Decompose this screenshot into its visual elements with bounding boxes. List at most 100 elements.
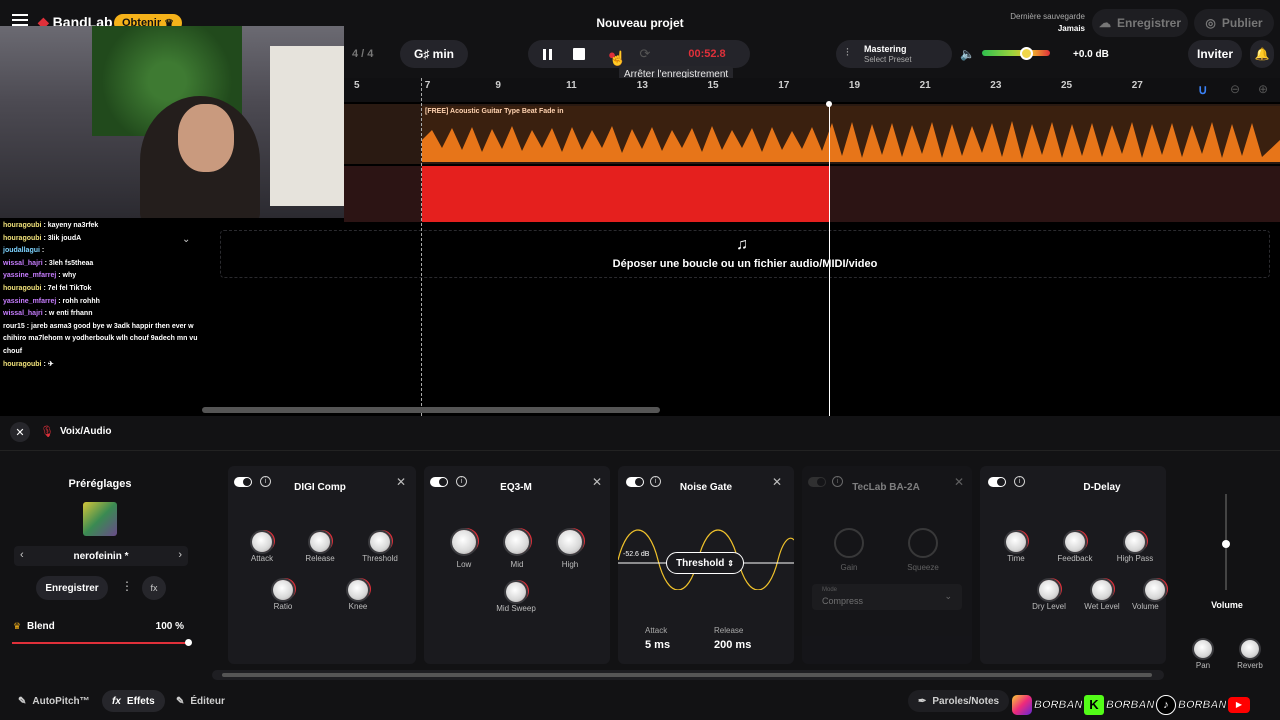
low-knob[interactable] [452,530,476,554]
chat-text: : 3leh fs5theaa [42,259,94,267]
reverb-knob[interactable] [1241,640,1259,658]
crown-icon: ♛ [13,621,22,631]
instagram-icon [1012,695,1032,715]
squeeze-knob[interactable] [908,528,938,558]
close-panel-button[interactable]: ✕ [10,422,30,442]
attack-knob[interactable] [252,532,272,552]
info-icon[interactable]: i [650,476,661,487]
info-icon[interactable]: i [1014,476,1025,487]
high-knob[interactable] [558,530,582,554]
ratio-knob[interactable] [273,580,293,600]
effects-scrollbar-thumb[interactable] [222,673,1152,677]
lyrics-notes-button[interactable]: ✒ Paroles/Notes [908,690,1010,712]
feedback-knob[interactable] [1065,532,1085,552]
d-delay-toggle[interactable] [988,477,1006,487]
save-preset-button[interactable]: Enregistrer [36,576,108,600]
digi-comp-toggle[interactable] [234,477,252,487]
noise-gate-toggle[interactable] [626,477,644,487]
chevron-left-icon[interactable]: ‹ [20,549,24,561]
bell-icon[interactable]: 🔔 [1250,40,1274,68]
master-volume-knob[interactable] [1020,47,1033,60]
threshold-control[interactable]: Threshold ⇕ [666,552,744,574]
time-knob[interactable] [1006,532,1026,552]
invite-button[interactable]: Inviter [1188,40,1242,68]
stop-icon[interactable] [573,48,585,60]
pan-label: Pan [1195,661,1211,670]
last-saved-value: Jamais [1057,24,1085,33]
eq3-toggle[interactable] [430,477,448,487]
social-overlay: BORBAN K BORBAN ♪ BORBAN ▶ [1012,694,1280,716]
effects-tab[interactable]: fx Effets [102,690,165,712]
mode-select[interactable]: Mode Compress ⌄ [812,584,962,610]
blend-slider-handle[interactable] [185,639,192,646]
recording-clip[interactable] [422,166,830,222]
attack-label: Attack [645,626,668,635]
audio-clip[interactable]: [FREE] Acoustic Guitar Type Beat Fade in [422,106,1280,162]
mid-sweep-knob[interactable] [506,582,526,602]
mid-knob[interactable] [505,530,529,554]
chevron-down-icon[interactable]: ⌄ [182,234,190,245]
fx-icon: fx [112,695,121,707]
dry-level-knob[interactable] [1039,580,1059,600]
preset-thumbnail[interactable] [83,502,117,536]
attack-value[interactable]: 5 ms [645,639,670,651]
key-selector[interactable]: G♯ min [400,40,468,68]
master-volume-slider[interactable] [982,50,1050,56]
playhead-handle[interactable] [826,101,832,107]
loop-icon[interactable]: ⟳ [637,46,653,62]
autopitch-tab[interactable]: ✎ AutoPitch™ [8,690,100,712]
project-title[interactable]: Nouveau projet [560,16,720,30]
info-icon[interactable]: i [832,476,843,487]
publish-button[interactable]: ◎ Publier [1194,9,1274,37]
zoom-out-icon[interactable]: ⊖ [1230,82,1240,96]
close-icon[interactable]: ✕ [396,475,406,489]
mastering-preset: Select Preset [864,55,912,64]
effect-card-teclab: i TecLab BA-2A ✕ Gain Squeeze Mode Compr… [802,466,972,664]
speaker-icon[interactable]: 🔈 [960,47,975,61]
chevron-right-icon[interactable]: › [178,549,182,561]
close-icon[interactable]: ✕ [954,475,964,489]
release-knob[interactable] [310,532,330,552]
ruler-tick-label: 15 [707,80,719,91]
pause-icon[interactable] [540,47,554,61]
magnet-icon[interactable]: ∪ [1198,82,1208,98]
volume-knob[interactable] [1145,580,1165,600]
playhead[interactable] [829,104,830,416]
horizontal-scrollbar[interactable] [202,407,660,413]
info-icon[interactable]: i [456,476,467,487]
close-icon[interactable]: ✕ [592,475,602,489]
close-icon[interactable]: ✕ [772,475,782,489]
mastering-button[interactable]: ⫶ Mastering Select Preset [836,40,952,68]
release-value[interactable]: 200 ms [714,639,751,651]
fx-bypass-icon[interactable]: fx [142,576,166,600]
time-signature[interactable]: 4 / 4 [352,48,373,60]
blend-slider[interactable] [12,642,188,644]
ruler-tick-label: 27 [1131,80,1143,91]
effect-title: D-Delay [1083,482,1121,493]
ruler-tick-label: 5 [354,80,360,91]
info-icon[interactable]: i [260,476,271,487]
volume-fader-handle[interactable] [1222,540,1230,548]
pan-knob[interactable] [1194,640,1212,658]
wet-level-knob[interactable] [1092,580,1112,600]
sliders-icon: ⫶ [846,47,849,59]
music-note-icon: ♫ [736,236,748,253]
preset-selector[interactable]: ‹ nerofeinin * › [14,546,188,566]
editor-tab[interactable]: ✎ Éditeur [166,690,235,712]
ruler[interactable]: 5 7 9 11 13 15 17 19 21 23 25 27 [344,78,1280,102]
knob-label: Squeeze [907,563,939,572]
chat-text: : [39,247,45,255]
chat-username: houragoubi [3,360,42,368]
more-options-icon[interactable]: ⋮ [121,579,133,593]
gain-knob[interactable] [834,528,864,558]
teclab-toggle[interactable] [808,477,826,487]
chat-text: : 3lik joudA [41,234,82,242]
menu-icon[interactable] [12,14,28,26]
save-project-button[interactable]: ☁ Enregistrer [1092,9,1188,37]
high-pass-knob[interactable] [1125,532,1145,552]
chat-text: : rohh rohhh [56,297,100,305]
master-volume-db: +0.0 dB [1073,49,1109,60]
zoom-in-icon[interactable]: ⊕ [1258,82,1268,96]
knee-knob[interactable] [348,580,368,600]
threshold-knob[interactable] [370,532,390,552]
